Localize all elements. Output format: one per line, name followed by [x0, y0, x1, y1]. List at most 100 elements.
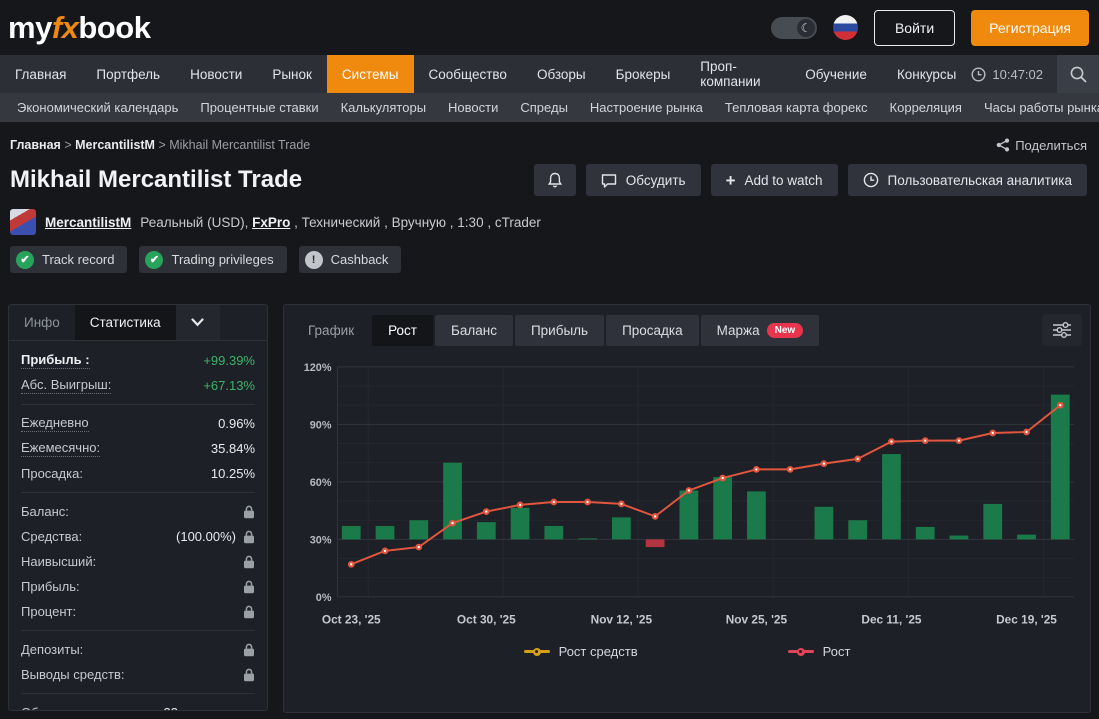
sub-nav-item[interactable]: Настроение рынка [579, 100, 714, 115]
alerts-button[interactable] [534, 164, 576, 196]
sub-nav-item[interactable]: Часы работы рынка [973, 100, 1099, 115]
breadcrumb-item[interactable]: MercantilistM [61, 138, 155, 152]
stat-row: Ежедневно 0.96% [21, 411, 255, 436]
sub-nav-item[interactable]: Новости [437, 100, 509, 115]
legend-marker-icon [788, 650, 814, 653]
svg-text:90%: 90% [310, 419, 332, 431]
sub-nav-item[interactable]: Тепловая карта форекс [714, 100, 879, 115]
svg-text:Dec 11, '25: Dec 11, '25 [861, 613, 922, 627]
breadcrumb: ГлавнаяMercantilistMMikhail Mercantilist… [10, 136, 310, 154]
stat-row: Прибыль: [21, 574, 255, 599]
logo-part-my: my [8, 10, 52, 45]
svg-text:Oct 30, '25: Oct 30, '25 [457, 613, 516, 627]
main-nav-item[interactable]: Брокеры [601, 55, 686, 93]
chart-tab[interactable]: Баланс [435, 315, 513, 346]
stat-row: Баланс: [21, 499, 255, 524]
signup-button[interactable]: Регистрация [971, 10, 1089, 46]
main-nav-item[interactable]: Обучение [790, 55, 882, 93]
logo-part-fx: fx [52, 10, 79, 45]
chart-tab-label: Просадка [622, 323, 683, 338]
legend-marker-icon [524, 650, 550, 653]
stat-row: Прибыль : +99.39% [21, 348, 255, 373]
lock-icon [243, 555, 255, 569]
account-name-link[interactable]: MercantilistM [45, 215, 131, 230]
search-icon[interactable] [1057, 55, 1099, 93]
chevron-down-icon[interactable] [176, 305, 220, 340]
stat-label: Процент: [21, 604, 76, 619]
stat-label: Баланс: [21, 504, 69, 519]
stat-row [21, 404, 255, 405]
stat-row [21, 630, 255, 631]
main-nav-item[interactable]: Рынок [257, 55, 327, 93]
share-button[interactable]: Поделиться [996, 138, 1087, 153]
stat-label: Ежемесячно: [21, 440, 100, 457]
discuss-button[interactable]: Обсудить [586, 164, 701, 196]
legend-label: Рост [823, 644, 851, 659]
chart-tab[interactable]: Маржа New [701, 315, 820, 346]
stat-row [21, 693, 255, 694]
stat-row: Наивысший: [21, 549, 255, 574]
avatar [10, 209, 36, 235]
main-nav-item[interactable]: Проп-компании [685, 55, 790, 93]
main-nav-item[interactable]: Новости [175, 55, 257, 93]
sub-nav-item[interactable]: Корреляция [879, 100, 973, 115]
sub-nav-item[interactable]: Калькуляторы [330, 100, 437, 115]
broker-link[interactable]: FxPro [252, 215, 290, 230]
tab-statistics[interactable]: Статистика [75, 305, 176, 340]
svg-text:Dec 19, '25: Dec 19, '25 [996, 613, 1057, 627]
custom-analytics-button[interactable]: Пользовательская аналитика [848, 164, 1087, 196]
main-nav-item[interactable]: Обзоры [522, 55, 601, 93]
stat-label: Ежедневно [21, 415, 89, 432]
chart-tab[interactable]: Прибыль [515, 315, 604, 346]
main-nav-item[interactable]: Сообщество [414, 55, 522, 93]
chart-tab[interactable]: Рост [372, 315, 433, 346]
tab-info[interactable]: Инфо [9, 305, 75, 340]
custom-analytics-label: Пользовательская аналитика [888, 173, 1072, 188]
breadcrumb-item[interactable]: Главная [10, 138, 61, 152]
stat-row: Средства: (100.00%) [21, 524, 255, 549]
chat-icon [601, 173, 617, 188]
stat-label: Прибыль : [21, 352, 90, 369]
svg-text:Oct 23, '25: Oct 23, '25 [322, 613, 381, 627]
chart-tab[interactable]: Просадка [606, 315, 699, 346]
clock-icon [971, 67, 986, 82]
svg-text:120%: 120% [304, 362, 332, 374]
stat-value: 10.25% [211, 466, 255, 481]
language-flag-russia[interactable] [833, 15, 858, 40]
clock-icon [863, 172, 879, 188]
chart-tab-label: Рост [388, 323, 417, 338]
stat-row [21, 492, 255, 493]
stat-value: (100.00%) [176, 529, 236, 544]
sub-nav-item[interactable]: Экономический календарь [6, 100, 189, 115]
myfxbook-logo[interactable]: myfxbook [8, 10, 150, 46]
svg-text:Nov 25, '25: Nov 25, '25 [726, 613, 788, 627]
main-nav-item[interactable]: Главная [0, 55, 81, 93]
legend-item[interactable]: Рост средств [524, 644, 638, 659]
chart-tab-label: График [308, 323, 354, 338]
verification-badge[interactable]: ! Cashback [299, 246, 402, 273]
theme-toggle[interactable]: ☾ [771, 17, 817, 39]
account-type: Реальный (USD), [140, 215, 252, 230]
sub-nav-item[interactable]: Спреды [509, 100, 579, 115]
breadcrumb-item[interactable]: Mikhail Mercantilist Trade [155, 138, 310, 152]
stat-label: Просадка: [21, 466, 83, 481]
page-title: Mikhail Mercantilist Trade [10, 166, 302, 194]
sub-nav-item[interactable]: Процентные ставки [189, 100, 329, 115]
chart-tab[interactable]: График [292, 315, 370, 346]
legend-item[interactable]: Рост [788, 644, 851, 659]
add-to-watch-button[interactable]: + Add to watch [711, 164, 838, 196]
stat-label: Выводы средств: [21, 667, 125, 682]
stat-row: Процент: [21, 599, 255, 624]
tools-sub-nav: Экономический календарьПроцентные ставки… [0, 93, 1099, 122]
stat-row: Выводы средств: [21, 662, 255, 687]
main-nav-item[interactable]: Системы [327, 55, 414, 93]
chart-settings-icon[interactable] [1042, 314, 1082, 346]
stat-value: 0.96% [218, 416, 255, 431]
check-icon: ✔ [16, 251, 34, 269]
verification-badge[interactable]: ✔ Track record [10, 246, 127, 273]
main-nav-item[interactable]: Конкурсы [882, 55, 971, 93]
growth-chart[interactable]: 0%30%60%90%120%Oct 23, '25Oct 30, '25Nov… [292, 353, 1082, 644]
main-nav-item[interactable]: Портфель [81, 55, 175, 93]
verification-badge[interactable]: ✔ Trading privileges [139, 246, 286, 273]
login-button[interactable]: Войти [874, 10, 955, 46]
